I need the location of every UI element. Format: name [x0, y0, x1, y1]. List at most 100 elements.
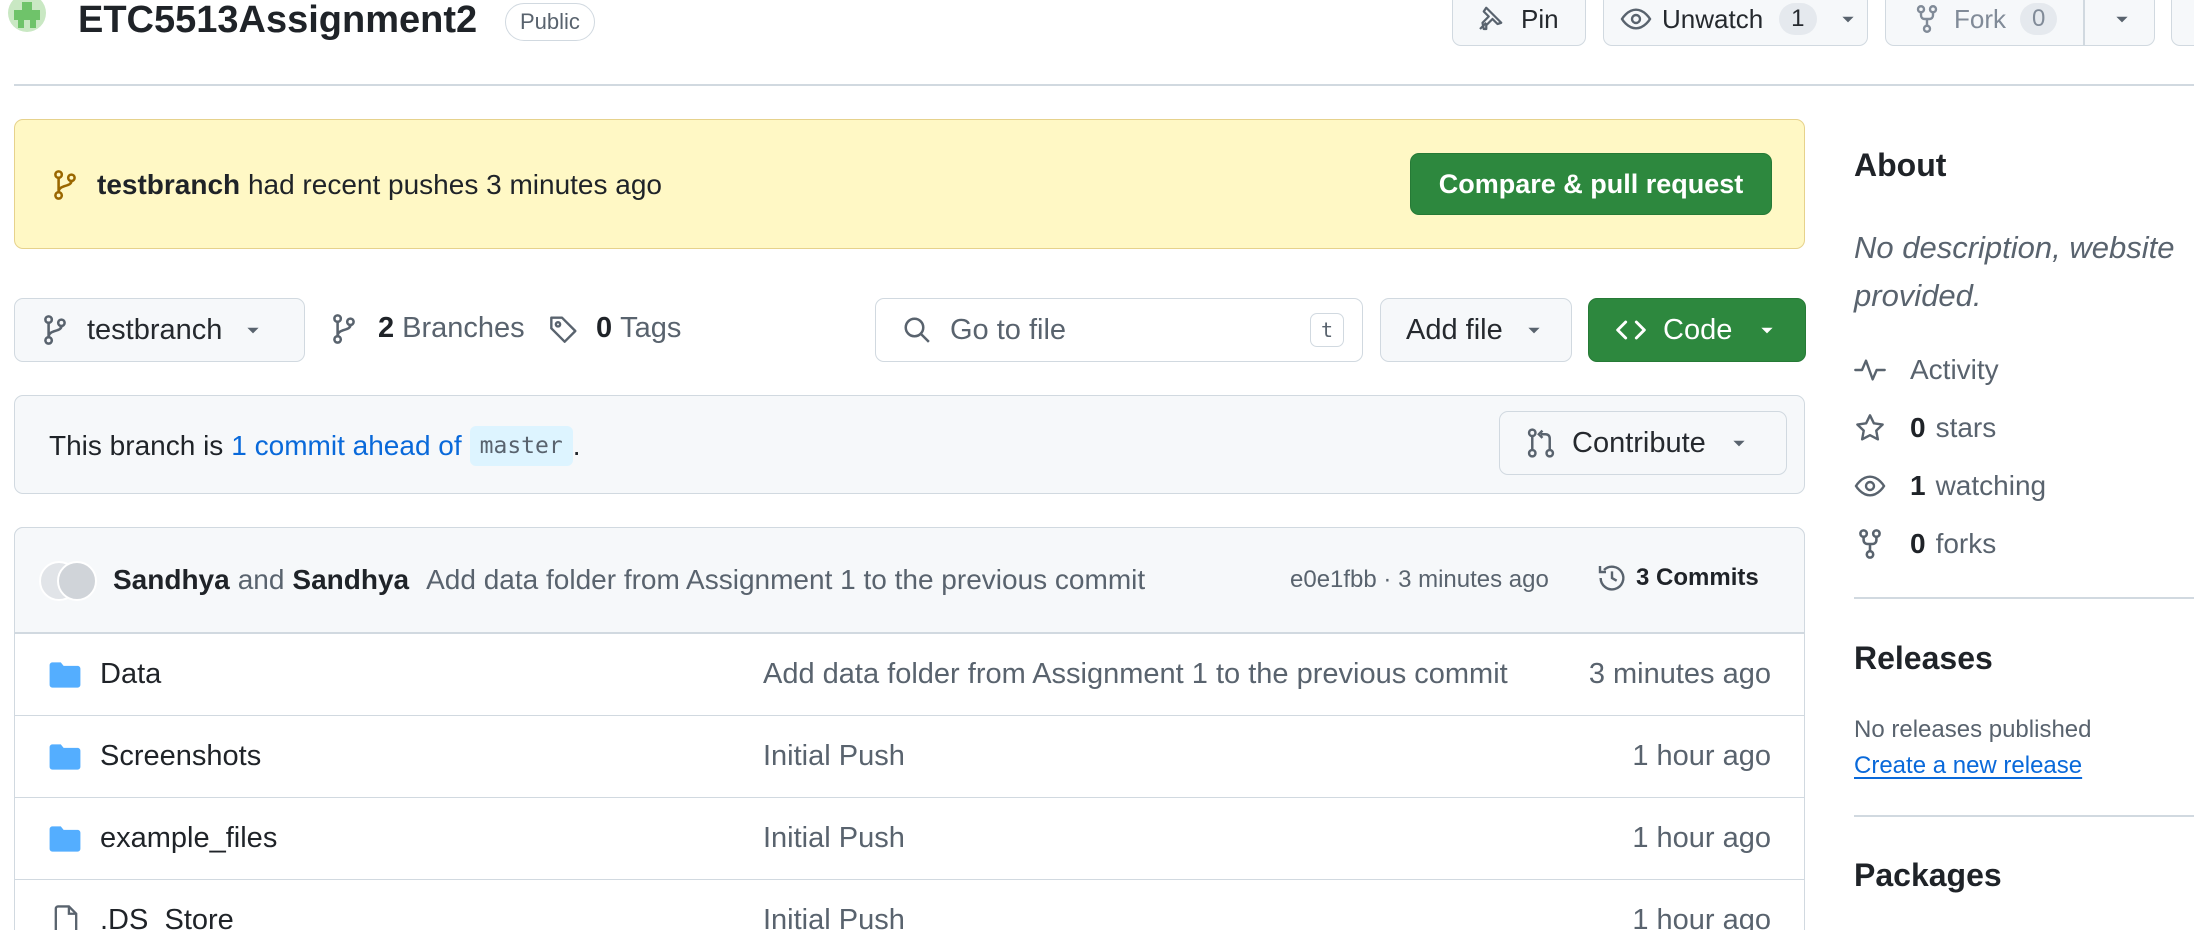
folder-icon	[49, 825, 81, 852]
forks-count: 0	[1910, 528, 1926, 559]
stars-label: stars	[1935, 412, 1997, 443]
tags-link[interactable]: 0 Tags	[548, 312, 681, 345]
file-name[interactable]: example_files	[100, 822, 277, 855]
banner-text: had recent pushes 3 minutes ago	[247, 169, 662, 200]
table-row[interactable]: Data Add data folder from Assignment 1 t…	[14, 633, 1805, 715]
commit-message[interactable]: Add data folder from Assignment 1 to the…	[426, 562, 1145, 598]
pull-request-icon	[1527, 428, 1555, 458]
file-icon	[54, 904, 78, 930]
fork-count: 0	[2020, 3, 2058, 35]
branch-selector[interactable]: testbranch	[14, 298, 305, 362]
eye-icon	[1620, 8, 1652, 30]
latest-commit-bar: Sandhya and Sandhya Add data folder from…	[14, 527, 1805, 633]
watching-count: 1	[1910, 470, 1926, 501]
add-file-label: Add file	[1406, 313, 1503, 346]
caret-down-icon	[1528, 327, 1540, 334]
unwatch-button[interactable]: Unwatch 1	[1603, 0, 1868, 46]
tags-label: Tags	[620, 312, 682, 344]
sidebar-divider	[1854, 815, 2194, 817]
file-time: 3 minutes ago	[1588, 658, 1771, 690]
code-button[interactable]: Code	[1588, 298, 1806, 362]
star-button-edge[interactable]	[2171, 0, 2194, 46]
forks-label: forks	[1935, 528, 1997, 559]
pin-button[interactable]: Pin	[1452, 0, 1586, 46]
file-name[interactable]: Screenshots	[100, 740, 261, 773]
table-row[interactable]: .DS_Store Initial Push 1 hour ago	[14, 879, 1805, 930]
caret-down-icon	[247, 327, 260, 334]
file-time: 1 hour ago	[1632, 904, 1771, 930]
branch-selector-label: testbranch	[87, 313, 223, 346]
fork-icon	[1859, 529, 1881, 559]
code-icon	[1616, 320, 1646, 340]
caret-down-icon	[1761, 327, 1773, 334]
file-commit-message[interactable]: Initial Push	[763, 822, 905, 855]
add-file-button[interactable]: Add file	[1380, 298, 1572, 362]
commit-author-1[interactable]: Sandhya	[113, 562, 230, 598]
file-commit-message[interactable]: Initial Push	[763, 740, 905, 773]
caret-down-icon	[1733, 440, 1745, 447]
repo-name[interactable]: ETC5513Assignment2	[78, 0, 477, 42]
file-name[interactable]: .DS_Store	[100, 904, 234, 930]
tag-icon	[550, 315, 577, 343]
identicon-icon	[14, 2, 40, 28]
packages-heading[interactable]: Packages	[1854, 857, 2002, 894]
fork-button[interactable]: Fork 0	[1885, 0, 2155, 46]
commits-label: 3 Commits	[1636, 564, 1759, 591]
create-release-link[interactable]: Create a new release	[1854, 752, 2082, 780]
commits-history-link[interactable]: 3 Commits	[1596, 562, 1759, 594]
sidebar-divider	[1854, 597, 2194, 599]
branch-status-box: This branch is 1 commit ahead of master …	[14, 395, 1805, 494]
branch-icon	[54, 170, 76, 200]
activity-link[interactable]: Activity	[1854, 354, 1999, 386]
branch-status-suffix: .	[572, 430, 581, 461]
about-heading: About	[1854, 147, 1947, 183]
star-icon	[1856, 414, 1884, 441]
table-row[interactable]: example_files Initial Push 1 hour ago	[14, 797, 1805, 879]
stars-link[interactable]: 0 stars	[1854, 412, 1996, 444]
pin-icon	[1479, 6, 1503, 31]
fork-label: Fork	[1954, 3, 2006, 34]
file-commit-message[interactable]: Initial Push	[763, 904, 905, 930]
about-description-line-1: No description, website	[1854, 230, 2175, 265]
branches-label: Branches	[402, 312, 525, 344]
table-row[interactable]: Screenshots Initial Push 1 hour ago	[14, 715, 1805, 797]
file-commit-message[interactable]: Add data folder from Assignment 1 to the…	[763, 658, 1508, 691]
commit-avatars	[39, 561, 99, 601]
activity-label: Activity	[1910, 354, 1999, 385]
commit-sha-time[interactable]: e0e1fbb · 3 minutes ago	[1290, 564, 1549, 596]
branches-count: 2	[378, 312, 395, 344]
file-time: 1 hour ago	[1632, 740, 1771, 772]
watching-link[interactable]: 1 watching	[1854, 470, 2046, 502]
file-name[interactable]: Data	[100, 658, 161, 691]
history-icon	[1598, 565, 1625, 591]
watching-label: watching	[1935, 470, 2047, 501]
releases-heading[interactable]: Releases	[1854, 640, 1993, 677]
code-label: Code	[1663, 313, 1733, 346]
compare-pull-request-button[interactable]: Compare & pull request	[1410, 153, 1772, 215]
about-description: No description, website provided.	[1854, 224, 2175, 320]
commit-author-2[interactable]: Sandhya	[292, 562, 409, 598]
avatar[interactable]	[57, 561, 97, 601]
repo-avatar[interactable]	[8, 0, 46, 32]
recent-push-banner: testbranch had recent pushes 3 minutes a…	[14, 119, 1805, 249]
search-placeholder: Go to file	[950, 313, 1067, 346]
commits-ahead-link[interactable]: 1 commit ahead of	[231, 428, 461, 464]
branches-link[interactable]: 2 Branches	[330, 312, 525, 345]
banner-branch-name[interactable]: testbranch	[97, 169, 240, 200]
about-description-line-2: provided.	[1854, 278, 1982, 313]
visibility-badge: Public	[505, 3, 595, 41]
eye-icon	[1854, 475, 1886, 497]
branch-status-prefix: This branch is	[49, 430, 224, 461]
compare-label: Compare & pull request	[1438, 168, 1744, 199]
forks-link[interactable]: 0 forks	[1854, 528, 1996, 560]
contribute-label: Contribute	[1572, 426, 1706, 459]
branch-icon	[44, 315, 66, 345]
watch-count: 1	[1779, 3, 1817, 35]
caret-down-icon	[1841, 16, 1854, 23]
unwatch-label: Unwatch	[1662, 3, 1764, 34]
go-to-file-input[interactable]: Go to file t	[875, 298, 1363, 362]
commit-conjunction: and	[237, 564, 285, 595]
search-icon	[904, 317, 930, 343]
shortcut-key: t	[1310, 313, 1344, 347]
contribute-button[interactable]: Contribute	[1499, 411, 1787, 475]
